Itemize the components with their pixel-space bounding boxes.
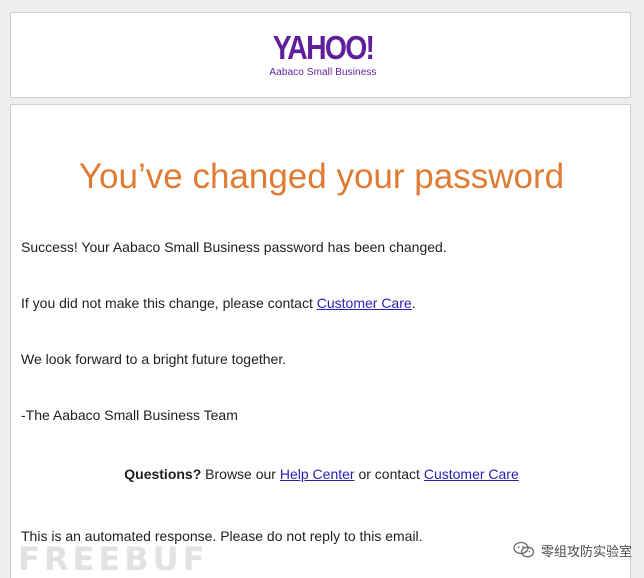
email-page: YAHOO! Aabaco Small Business You’ve chan…	[0, 0, 644, 578]
wechat-watermark: 零组攻防实验室	[513, 538, 632, 562]
email-headline: You’ve changed your password	[78, 157, 565, 196]
contact-message: If you did not make this change, please …	[21, 294, 416, 312]
freebuf-watermark: FREEBUF	[18, 540, 209, 578]
email-body: You’ve changed your password Success! Yo…	[10, 104, 631, 578]
questions-customer-care-link[interactable]: Customer Care	[424, 466, 519, 482]
contact-suffix: .	[411, 295, 416, 311]
wechat-account-name: 零组攻防实验室	[540, 544, 632, 560]
logo-subtitle: Aabaco Small Business	[269, 67, 377, 78]
questions-or-text: or contact	[354, 466, 424, 482]
signature: -The Aabaco Small Business Team	[21, 407, 238, 423]
logo-wordmark: YAHOO!	[272, 29, 375, 66]
wechat-icon	[513, 541, 535, 559]
future-message: We look forward to a bright future toget…	[21, 351, 287, 367]
yahoo-logo: YAHOO! Aabaco Small Business	[259, 29, 387, 79]
customer-care-link[interactable]: Customer Care	[317, 295, 412, 311]
help-center-link[interactable]: Help Center	[280, 466, 355, 482]
contact-prefix: If you did not make this change, please …	[21, 295, 317, 311]
questions-line: Questions? Browse our Help Center or con…	[11, 465, 632, 483]
questions-label: Questions?	[124, 466, 202, 482]
success-message: Success! Your Aabaco Small Business pass…	[21, 239, 447, 255]
questions-browse-text: Browse our	[201, 466, 280, 482]
email-header: YAHOO! Aabaco Small Business	[10, 12, 631, 98]
